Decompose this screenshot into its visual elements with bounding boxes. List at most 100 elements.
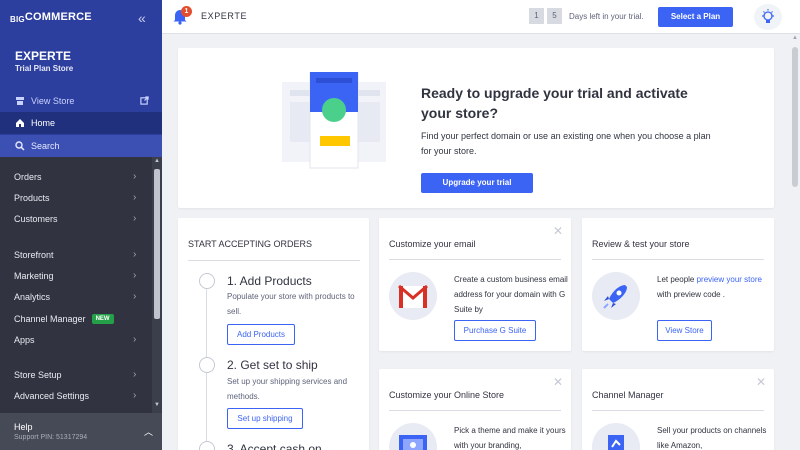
nav-label: Products bbox=[14, 193, 50, 203]
main-scrollbar[interactable]: ▲ bbox=[790, 35, 800, 450]
sidebar-scroll-thumb[interactable] bbox=[154, 169, 160, 319]
notification-badge: 1 bbox=[181, 6, 192, 17]
nav-label: Store Setup bbox=[14, 370, 62, 380]
banner-title: Ready to upgrade your trial and activate… bbox=[421, 85, 688, 121]
upgrade-banner: Ready to upgrade your trial and activate… bbox=[178, 48, 774, 208]
help-title: Help bbox=[14, 422, 33, 432]
email-card-title: Customize your email bbox=[389, 239, 476, 249]
view-store-link[interactable]: View Store bbox=[0, 91, 162, 111]
sidebar-item-apps[interactable]: Apps › bbox=[0, 330, 152, 350]
select-plan-button[interactable]: Select a Plan bbox=[658, 7, 733, 27]
scroll-up-arrow-icon[interactable]: ▲ bbox=[791, 35, 799, 41]
step-description: Populate your store with products to sel… bbox=[227, 292, 355, 316]
bigcommerce-logo[interactable]: BIGCOMMERCE bbox=[10, 11, 92, 24]
divider bbox=[592, 259, 764, 260]
rocket-glyph bbox=[603, 285, 627, 309]
help-section[interactable]: Help Support PIN: 51317294 ︿ bbox=[0, 413, 162, 450]
sidebar-scrollbar[interactable]: ▲ ▼ bbox=[152, 157, 162, 413]
step-checkbox[interactable] bbox=[199, 273, 215, 289]
collapse-sidebar-icon[interactable]: « bbox=[138, 10, 146, 26]
scroll-up-arrow-icon[interactable]: ▲ bbox=[153, 158, 161, 164]
customize-email-card: Customize your email ✕ Create a custom b… bbox=[379, 218, 571, 351]
lightbulb-icon[interactable] bbox=[754, 4, 782, 30]
view-store-button[interactable]: View Store bbox=[657, 320, 712, 341]
set-up-shipping-button[interactable]: Set up shipping bbox=[227, 408, 303, 429]
home-icon bbox=[16, 119, 24, 127]
step-connector bbox=[206, 289, 207, 359]
orders-card-title: START ACCEPTING ORDERS bbox=[188, 239, 313, 249]
search-label: Search bbox=[31, 141, 60, 151]
nav-label: Customers bbox=[14, 214, 58, 224]
support-pin: Support PIN: 51317294 bbox=[14, 434, 88, 441]
step-checkbox[interactable] bbox=[199, 357, 215, 373]
trial-days-digit: 5 bbox=[547, 8, 562, 24]
step-checkbox[interactable] bbox=[199, 441, 215, 450]
sidebar-store-name: EXPERTE bbox=[15, 49, 72, 63]
sidebar-item-home[interactable]: Home bbox=[0, 112, 162, 134]
trial-days-digit: 1 bbox=[529, 8, 544, 24]
channel-card-description: Sell your products on channels like Amaz… bbox=[657, 426, 767, 450]
lightbulb-glyph bbox=[762, 9, 774, 23]
sidebar-item-channel-manager[interactable]: Channel Manager NEW bbox=[0, 309, 152, 329]
banner-text: Find your perfect domain or use an exist… bbox=[421, 131, 711, 156]
close-icon[interactable]: ✕ bbox=[756, 375, 766, 389]
channel-card-title: Channel Manager bbox=[592, 390, 664, 400]
preview-store-link[interactable]: preview your store bbox=[697, 275, 762, 284]
divider bbox=[389, 259, 561, 260]
sidebar-header: BIGCOMMERCE « EXPERTE Trial Plan Store V… bbox=[0, 0, 162, 157]
customize-online-store-card: Customize your Online Store ✕ Pick a the… bbox=[379, 369, 571, 450]
scroll-down-arrow-icon[interactable]: ▼ bbox=[153, 402, 161, 408]
chevron-right-icon: › bbox=[133, 334, 137, 345]
nav-label: Channel Manager bbox=[14, 314, 86, 324]
chevron-right-icon: › bbox=[133, 291, 137, 302]
sidebar-store-plan: Trial Plan Store bbox=[15, 64, 74, 73]
online-store-card-title: Customize your Online Store bbox=[389, 390, 505, 400]
chevron-up-icon[interactable]: ︿ bbox=[144, 425, 153, 438]
review-store-card: Review & test your store Let people prev… bbox=[582, 218, 774, 351]
step-title: 1. Add Products bbox=[227, 274, 312, 288]
sidebar-item-customers[interactable]: Customers › bbox=[0, 209, 152, 229]
chevron-right-icon: › bbox=[133, 171, 137, 182]
top-header: 1 EXPERTE 1 5 Days left in your trial. S… bbox=[162, 0, 800, 34]
chevron-right-icon: › bbox=[133, 390, 137, 401]
close-icon[interactable]: ✕ bbox=[553, 375, 563, 389]
gmail-glyph bbox=[398, 284, 428, 308]
step-title: 3. Accept cash on bbox=[227, 442, 322, 450]
view-store-label: View Store bbox=[31, 96, 75, 106]
close-icon[interactable]: ✕ bbox=[553, 224, 563, 238]
sidebar-item-marketing[interactable]: Marketing › bbox=[0, 266, 152, 286]
chevron-right-icon: › bbox=[133, 270, 137, 281]
divider bbox=[389, 410, 561, 411]
email-card-description: Create a custom business email address f… bbox=[454, 275, 568, 314]
chevron-right-icon: › bbox=[133, 249, 137, 260]
sidebar-item-store-setup[interactable]: Store Setup › bbox=[0, 365, 152, 385]
review-card-title: Review & test your store bbox=[592, 239, 690, 249]
channels-icon bbox=[592, 423, 640, 450]
sidebar-item-advanced-settings[interactable]: Advanced Settings › bbox=[0, 386, 152, 406]
sidebar-item-search[interactable]: Search bbox=[0, 135, 162, 157]
sidebar-item-orders[interactable]: Orders › bbox=[0, 167, 152, 187]
start-accepting-orders-card: START ACCEPTING ORDERS 1. Add Products P… bbox=[178, 218, 369, 450]
sidebar-item-analytics[interactable]: Analytics › bbox=[0, 287, 152, 307]
logo-prefix: BIG bbox=[10, 15, 25, 24]
nav-label: Apps bbox=[14, 335, 35, 345]
main-scroll-thumb[interactable] bbox=[792, 47, 798, 187]
nav-label: Marketing bbox=[14, 271, 54, 281]
step-title: 2. Get set to ship bbox=[227, 358, 318, 372]
rocket-icon bbox=[592, 272, 640, 320]
desc-text: with preview code . bbox=[657, 290, 726, 299]
home-label: Home bbox=[31, 118, 56, 128]
channel-manager-card: Channel Manager ✕ Sell your products on … bbox=[582, 369, 774, 450]
nav-label: Advanced Settings bbox=[14, 391, 90, 401]
sidebar-item-products[interactable]: Products › bbox=[0, 188, 152, 208]
purchase-gsuite-button[interactable]: Purchase G Suite bbox=[454, 320, 536, 341]
new-badge: NEW bbox=[91, 314, 114, 324]
theme-icon bbox=[389, 423, 437, 450]
add-products-button[interactable]: Add Products bbox=[227, 324, 295, 345]
upgrade-trial-button[interactable]: Upgrade your trial bbox=[421, 173, 533, 193]
divider bbox=[592, 410, 764, 411]
search-icon bbox=[15, 141, 25, 151]
sidebar-item-storefront[interactable]: Storefront › bbox=[0, 245, 152, 265]
theme-glyph bbox=[399, 435, 427, 450]
step-connector bbox=[206, 373, 207, 443]
